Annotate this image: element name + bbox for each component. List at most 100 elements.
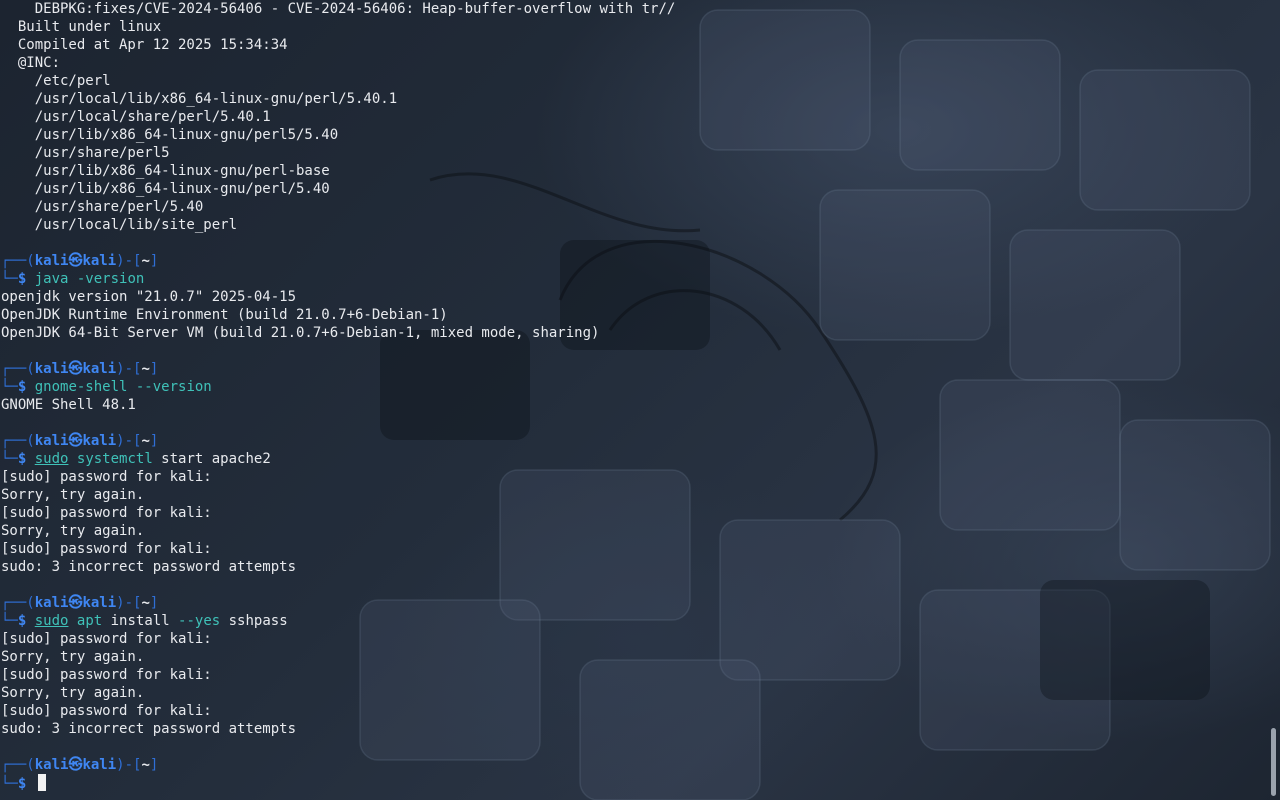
- output-line: [sudo] password for kali:: [1, 469, 212, 485]
- output-line: /usr/local/lib/x86_64-linux-gnu/perl/5.4…: [1, 91, 398, 107]
- output-line: /usr/local/share/perl/5.40.1: [1, 109, 271, 125]
- output-line: Built under linux: [1, 19, 162, 35]
- prompt-frame: ]: [149, 595, 159, 611]
- command-token: --yes: [178, 613, 221, 629]
- output-line: Sorry, try again.: [1, 649, 145, 665]
- prompt-at-symbol: ㉿: [68, 361, 83, 377]
- prompt-frame: ]: [149, 253, 159, 269]
- prompt-header: ┌──(kali㉿kali)-[~]: [1, 252, 1266, 270]
- output-line: /usr/share/perl/5.40: [1, 199, 204, 215]
- output-line: OpenJDK 64-Bit Server VM (build 21.0.7+6…: [1, 325, 600, 341]
- active-command-line[interactable]: └─$: [1, 774, 1266, 792]
- output-line: Sorry, try again.: [1, 523, 145, 539]
- prompt-frame: └─: [1, 776, 18, 792]
- command-line: └─$ java -version: [1, 270, 1266, 288]
- output-line: @INC:: [1, 55, 61, 71]
- prompt-frame: ┌──(: [1, 361, 35, 377]
- command-token: sudo: [34, 613, 69, 629]
- prompt-user: kali: [34, 253, 69, 269]
- output-line: Sorry, try again.: [1, 487, 145, 503]
- prompt-frame: ┌──(: [1, 757, 35, 773]
- output-line: [sudo] password for kali:: [1, 667, 212, 683]
- prompt-directory: ~: [141, 253, 150, 269]
- command-token: [68, 613, 76, 629]
- prompt-directory: ~: [141, 433, 150, 449]
- output-line: OpenJDK Runtime Environment (build 21.0.…: [1, 307, 448, 323]
- prompt-frame: )-[: [116, 253, 142, 269]
- prompt-frame: ┌──(: [1, 253, 35, 269]
- command-token: install: [102, 613, 179, 629]
- prompt-header: ┌──(kali㉿kali)-[~]: [1, 432, 1266, 450]
- prompt-frame: ┌──(: [1, 433, 35, 449]
- output-line: /usr/share/perl5: [1, 145, 170, 161]
- prompt-host: kali: [82, 595, 117, 611]
- prompt-frame: )-[: [116, 361, 142, 377]
- prompt-header: ┌──(kali㉿kali)-[~]: [1, 594, 1266, 612]
- output-line: /etc/perl: [1, 73, 111, 89]
- prompt-host: kali: [82, 757, 117, 773]
- scrollbar-thumb[interactable]: [1271, 728, 1276, 796]
- prompt-directory: ~: [141, 361, 150, 377]
- output-line: Sorry, try again.: [1, 685, 145, 701]
- command-token: apt: [76, 613, 103, 629]
- output-line: sudo: 3 incorrect password attempts: [1, 559, 297, 575]
- command-line: └─$ sudo apt install --yes sshpass: [1, 612, 1266, 630]
- prompt-header: ┌──(kali㉿kali)-[~]: [1, 360, 1266, 378]
- prompt-frame: └─: [1, 271, 18, 287]
- prompt-frame: ┌──(: [1, 595, 35, 611]
- command-token: start apache2: [152, 451, 271, 467]
- prompt-user: kali: [34, 757, 69, 773]
- command-line: └─$ sudo systemctl start apache2: [1, 450, 1266, 468]
- command-token: [68, 451, 76, 467]
- output-line: sudo: 3 incorrect password attempts: [1, 721, 297, 737]
- text-cursor[interactable]: [37, 774, 46, 791]
- output-line: Compiled at Apr 12 2025 15:34:34: [1, 37, 288, 53]
- prompt-at-symbol: ㉿: [68, 433, 83, 449]
- prompt-frame: )-[: [116, 757, 142, 773]
- prompt-directory: ~: [141, 595, 150, 611]
- command-token: java: [34, 271, 69, 287]
- prompt-host: kali: [82, 433, 117, 449]
- output-line: openjdk version "21.0.7" 2025-04-15: [1, 289, 297, 305]
- output-line: /usr/lib/x86_64-linux-gnu/perl5/5.40: [1, 127, 339, 143]
- prompt-host: kali: [82, 253, 117, 269]
- output-line: /usr/lib/x86_64-linux-gnu/perl-base: [1, 163, 330, 179]
- terminal-window[interactable]: DEBPKG:fixes/CVE-2024-56406 - CVE-2024-5…: [1, 0, 1266, 800]
- prompt-frame: )-[: [116, 595, 142, 611]
- prompt-user: kali: [34, 595, 69, 611]
- prompt-frame: └─: [1, 451, 18, 467]
- command-token: sshpass: [220, 613, 288, 629]
- output-line: [sudo] password for kali:: [1, 703, 212, 719]
- output-line: /usr/lib/x86_64-linux-gnu/perl/5.40: [1, 181, 330, 197]
- output-line: /usr/local/lib/site_perl: [1, 217, 238, 233]
- prompt-frame: ]: [149, 361, 159, 377]
- command-token: sudo: [34, 451, 69, 467]
- command-token: -version: [68, 271, 145, 287]
- prompt-at-symbol: ㉿: [68, 595, 83, 611]
- prompt-frame: └─: [1, 379, 18, 395]
- prompt-user: kali: [34, 361, 69, 377]
- prompt-user: kali: [34, 433, 69, 449]
- prompt-at-symbol: ㉿: [68, 757, 83, 773]
- prompt-at-symbol: ㉿: [68, 253, 83, 269]
- prompt-frame: ]: [149, 433, 159, 449]
- command-token: systemctl: [76, 451, 153, 467]
- output-line: DEBPKG:fixes/CVE-2024-56406 - CVE-2024-5…: [1, 1, 676, 17]
- terminal-scrollbar[interactable]: [1269, 0, 1277, 800]
- command-line: └─$ gnome-shell --version: [1, 378, 1266, 396]
- prompt-directory: ~: [141, 757, 150, 773]
- prompt-frame: )-[: [116, 433, 142, 449]
- output-line: [sudo] password for kali:: [1, 505, 212, 521]
- command-token: --version: [127, 379, 212, 395]
- prompt-header: ┌──(kali㉿kali)-[~]: [1, 756, 1266, 774]
- prompt-host: kali: [82, 361, 117, 377]
